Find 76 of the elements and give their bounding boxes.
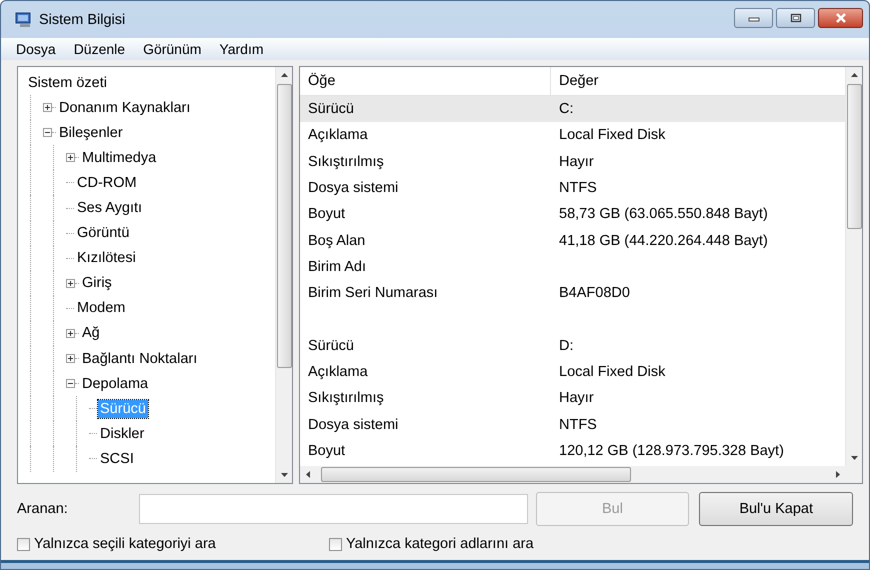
vertical-scrollbar[interactable] xyxy=(845,67,862,466)
selected-row[interactable]: Sürücü C: xyxy=(300,96,845,122)
table-cell-text: Local Fixed Disk xyxy=(558,127,666,144)
checkbox-label: Yalnızca kategori adlarını ara xyxy=(346,536,534,552)
scroll-right-arrow-icon[interactable] xyxy=(835,470,841,479)
table-cell-text: D: xyxy=(558,338,574,354)
tree-item[interactable]: Görüntü xyxy=(75,224,132,242)
tree-item[interactable]: SCSI xyxy=(98,450,136,468)
checkbox[interactable] xyxy=(17,538,30,550)
checkbox-label: Yalnızca seçili kategoriyi ara xyxy=(34,536,216,552)
vertical-scrollbar[interactable] xyxy=(275,67,292,483)
table-cell-text: Boyut xyxy=(307,443,346,459)
scroll-up-arrow-icon[interactable] xyxy=(850,72,858,78)
checkbox[interactable] xyxy=(329,538,342,550)
table-cell-text: B4AF08D0 xyxy=(558,285,630,302)
table-cell-text: Birim Seri Numarası xyxy=(307,285,439,302)
tree-item[interactable]: Multimedya xyxy=(80,148,158,167)
table-cell-text: Sıkıştırılmış xyxy=(307,154,385,170)
table-cell-text: Boyut xyxy=(307,206,346,222)
table-cell-text: Dosya sistemi xyxy=(307,416,400,433)
tree-item[interactable]: Kızılötesi xyxy=(75,249,138,268)
scroll-up-arrow-icon[interactable] xyxy=(280,72,288,78)
table-cell-text: Sürücü xyxy=(307,338,355,354)
close-find-button[interactable]: Bul'u Kapat xyxy=(699,492,854,526)
expander-icon[interactable] xyxy=(43,128,52,138)
close-icon xyxy=(834,12,848,22)
expander-icon[interactable] xyxy=(66,328,75,338)
scroll-left-arrow-icon[interactable] xyxy=(305,470,311,479)
tree-item[interactable]: Ağ xyxy=(80,324,102,342)
column-header[interactable]: Öğe xyxy=(300,67,551,95)
tree-item[interactable]: Bileşenler xyxy=(57,124,125,142)
tree-item[interactable]: Donanım Kaynakları xyxy=(57,98,192,117)
maximize-button[interactable] xyxy=(776,8,815,28)
tree-item[interactable]: Giriş xyxy=(80,274,114,292)
expander-icon[interactable] xyxy=(43,103,52,112)
minimize-button[interactable] xyxy=(734,8,773,28)
menu-item[interactable]: Dosya xyxy=(16,41,56,57)
table-cell-text: C: xyxy=(558,101,574,118)
tree-item[interactable]: Depolama xyxy=(80,374,150,393)
menu-item[interactable]: Görünüm xyxy=(143,41,202,57)
window-title: Sistem Bilgisi xyxy=(39,12,126,28)
table-cell-text: Hayır xyxy=(558,154,594,170)
column-header[interactable]: Değer xyxy=(551,67,598,95)
menu-item[interactable]: Düzenle xyxy=(74,41,126,57)
search-label: Aranan: xyxy=(17,501,69,517)
table-cell-text: 120,12 GB (128.973.795.328 Bayt) xyxy=(558,443,784,459)
tree-item[interactable]: Sistem özeti xyxy=(26,74,109,92)
table-cell-text: 58,73 GB (63.065.550.848 Bayt) xyxy=(558,206,768,222)
table-cell-text: NTFS xyxy=(558,416,597,433)
menu-item[interactable]: Yardım xyxy=(219,41,264,57)
tree-item[interactable]: Modem xyxy=(75,299,128,318)
scroll-down-arrow-icon[interactable] xyxy=(280,472,288,478)
computer-icon xyxy=(15,12,33,28)
table-cell-text: Açıklama xyxy=(307,364,369,380)
search-field[interactable] xyxy=(138,494,528,524)
expander-icon[interactable] xyxy=(66,354,75,364)
table-cell-text: Hayır xyxy=(558,390,594,406)
expander-icon[interactable] xyxy=(66,153,75,162)
table-cell-text: Boş Alan xyxy=(307,232,366,249)
maximize-icon xyxy=(790,12,802,22)
table-cell-text: 41,18 GB (44.220.264.448 Bayt) xyxy=(558,232,768,249)
tree-item[interactable]: Diskler xyxy=(98,424,146,443)
table-cell-text: Sıkıştırılmış xyxy=(307,390,385,406)
table-cell-text: Sürücü xyxy=(307,101,355,118)
expander-icon[interactable] xyxy=(66,278,75,288)
expander-icon[interactable] xyxy=(66,379,75,388)
table-cell-text: Birim Adı xyxy=(307,258,368,275)
close-button[interactable] xyxy=(818,8,863,28)
tree-item[interactable]: Bağlantı Noktaları xyxy=(80,350,200,368)
scroll-down-arrow-icon[interactable] xyxy=(850,455,858,461)
table-cell-text: NTFS xyxy=(558,180,597,196)
table-cell-text: Açıklama xyxy=(307,127,369,144)
table-cell-text: Local Fixed Disk xyxy=(558,364,666,380)
tree-item[interactable]: Ses Aygıtı xyxy=(75,199,144,218)
tree-item[interactable]: CD-ROM xyxy=(75,174,139,192)
table-cell-text: Dosya sistemi xyxy=(307,180,400,196)
